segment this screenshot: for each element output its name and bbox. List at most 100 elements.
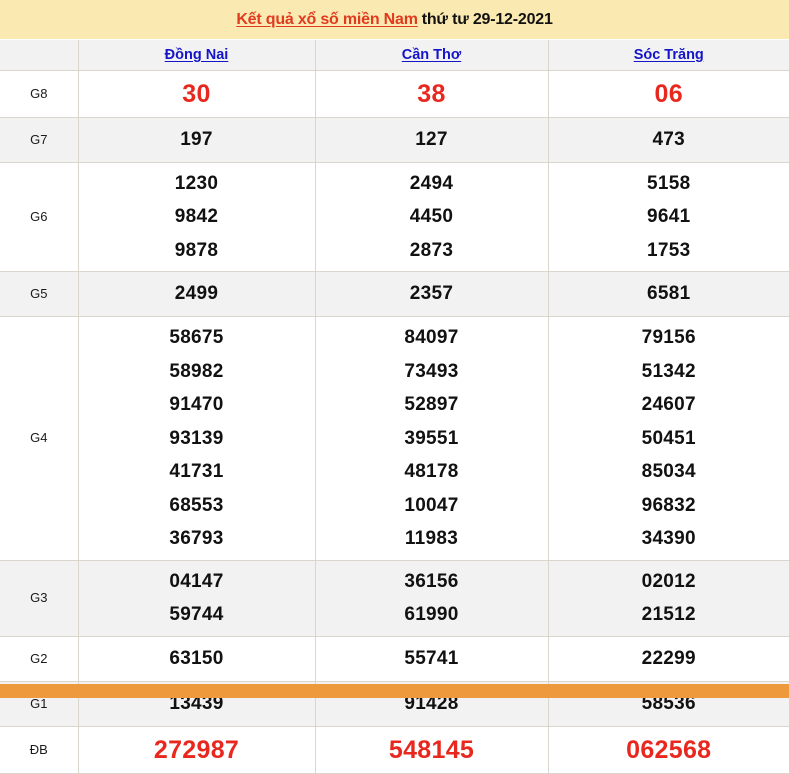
prize-number: 548145: [316, 731, 548, 769]
prize-label-cell: G6: [0, 162, 78, 272]
prize-numbers-cell: 0414759744: [78, 560, 315, 636]
prize-number: 4450: [316, 200, 548, 234]
prize-label-cell: G4: [0, 317, 78, 561]
prize-number: 30: [79, 75, 315, 113]
prize-label-cell: G3: [0, 560, 78, 636]
prize-number: 9842: [79, 200, 315, 234]
prize-numbers-group: 79156513422460750451850349683234390: [549, 317, 789, 560]
prize-label: G3: [30, 590, 47, 605]
prize-number: 48178: [316, 455, 548, 489]
prize-number: 1753: [549, 234, 789, 268]
prize-numbers-group: 55741: [316, 637, 548, 681]
prize-number: 79156: [549, 321, 789, 355]
prize-row-g2: G2631505574122299: [0, 636, 789, 681]
prize-label: G6: [30, 209, 47, 224]
prize-label-cell: G8: [0, 70, 78, 117]
prize-row-g8: G8 303806: [0, 70, 789, 117]
prize-number: 2499: [79, 276, 315, 312]
prize-row-g7: G7197127473: [0, 117, 789, 162]
prize-numbers-group: 2357: [316, 272, 548, 316]
prize-numbers-cell: 515896411753: [548, 162, 789, 272]
table-header-row: Đồng Nai Cần Thơ Sóc Trăng: [0, 40, 789, 70]
prize-number: 2494: [316, 167, 548, 201]
prize-numbers-group: 249444502873: [316, 163, 548, 272]
prize-numbers-cell: 22299: [548, 636, 789, 681]
prize-numbers-cell: 2499: [78, 272, 315, 317]
prize-number: 91470: [79, 388, 315, 422]
prize-number: 2873: [316, 234, 548, 268]
prize-number: 93139: [79, 422, 315, 456]
prize-numbers-group: 84097734935289739551481781004711983: [316, 317, 548, 560]
prize-number: 04147: [79, 565, 315, 599]
prize-number: 06: [549, 75, 789, 113]
province-link-soc-trang[interactable]: Sóc Trăng: [634, 47, 704, 63]
prize-number: 272987: [79, 731, 315, 769]
prize-label: G8: [30, 86, 47, 101]
prize-number: 38: [316, 75, 548, 113]
prize-numbers-cell: 63150: [78, 636, 315, 681]
prize-numbers-group: 06: [549, 71, 789, 117]
prize-number: 51342: [549, 355, 789, 389]
prize-number: 24607: [549, 388, 789, 422]
province-link-dong-nai[interactable]: Đồng Nai: [165, 47, 229, 63]
prize-number: 062568: [549, 731, 789, 769]
prize-numbers-cell: 272987: [78, 726, 315, 773]
prize-number: 36793: [79, 522, 315, 556]
prize-numbers-cell: 6581: [548, 272, 789, 317]
prize-number: 10047: [316, 489, 548, 523]
prize-number: 21512: [549, 598, 789, 632]
prize-numbers-group: 58675589829147093139417316855336793: [79, 317, 315, 560]
prize-numbers-group: 123098429878: [79, 163, 315, 272]
prize-numbers-cell: 06: [548, 70, 789, 117]
lottery-results-page: Kết quả xổ số miền Namthứ tư 29-12-2021 …: [0, 0, 789, 698]
prize-numbers-cell: 30: [78, 70, 315, 117]
prize-numbers-cell: 3615661990: [315, 560, 548, 636]
prize-number: 1230: [79, 167, 315, 201]
prize-label-cell: G7: [0, 117, 78, 162]
prize-row-đb: ĐB 272987548145062568: [0, 726, 789, 773]
prize-label-cell: G2: [0, 636, 78, 681]
table-body: G8 303806 G7197127473 G6 1230984298782494445…: [0, 70, 789, 773]
prize-row-g5: G5 249923576581: [0, 272, 789, 317]
prize-numbers-group: 3615661990: [316, 561, 548, 636]
prize-row-g6: G6 123098429878249444502873515896411753: [0, 162, 789, 272]
prize-numbers-group: 30: [79, 71, 315, 117]
prize-number: 52897: [316, 388, 548, 422]
prize-number: 39551: [316, 422, 548, 456]
prize-numbers-cell: 2357: [315, 272, 548, 317]
prize-number: 34390: [549, 522, 789, 556]
prize-number: 6581: [549, 276, 789, 312]
page-title-bar: Kết quả xổ số miền Namthứ tư 29-12-2021: [0, 0, 789, 40]
prize-numbers-group: 0201221512: [549, 561, 789, 636]
prize-row-g3: G3 041475974436156619900201221512: [0, 560, 789, 636]
prize-numbers-cell: 197: [78, 117, 315, 162]
prize-numbers-group: 062568: [549, 727, 789, 773]
province-link-can-tho[interactable]: Cần Thơ: [402, 47, 461, 63]
prize-numbers-group: 548145: [316, 727, 548, 773]
prize-label: ĐB: [30, 742, 48, 757]
prize-label: G5: [30, 286, 47, 301]
prize-number: 63150: [79, 641, 315, 677]
prize-numbers-group: 2499: [79, 272, 315, 316]
prize-numbers-group: 197: [79, 118, 315, 162]
page-title: Kết quả xổ số miền Namthứ tư 29-12-2021: [236, 11, 552, 29]
prize-numbers-cell: 548145: [315, 726, 548, 773]
header-province-2: Sóc Trăng: [548, 40, 789, 70]
prize-number: 127: [316, 122, 548, 158]
prize-number: 55741: [316, 641, 548, 677]
prize-label: G4: [30, 430, 47, 445]
prize-number: 96832: [549, 489, 789, 523]
prize-number: 197: [79, 122, 315, 158]
prize-number: 85034: [549, 455, 789, 489]
prize-row-g4: G4 58675589829147093139417316855336793840…: [0, 317, 789, 561]
prize-number: 2357: [316, 276, 548, 312]
prize-number: 41731: [79, 455, 315, 489]
prize-number: 22299: [549, 641, 789, 677]
prize-number: 36156: [316, 565, 548, 599]
prize-numbers-cell: 38: [315, 70, 548, 117]
prize-numbers-cell: 473: [548, 117, 789, 162]
prize-numbers-group: 38: [316, 71, 548, 117]
prize-number: 11983: [316, 522, 548, 556]
prize-numbers-group: 272987: [79, 727, 315, 773]
prize-numbers-cell: 0201221512: [548, 560, 789, 636]
